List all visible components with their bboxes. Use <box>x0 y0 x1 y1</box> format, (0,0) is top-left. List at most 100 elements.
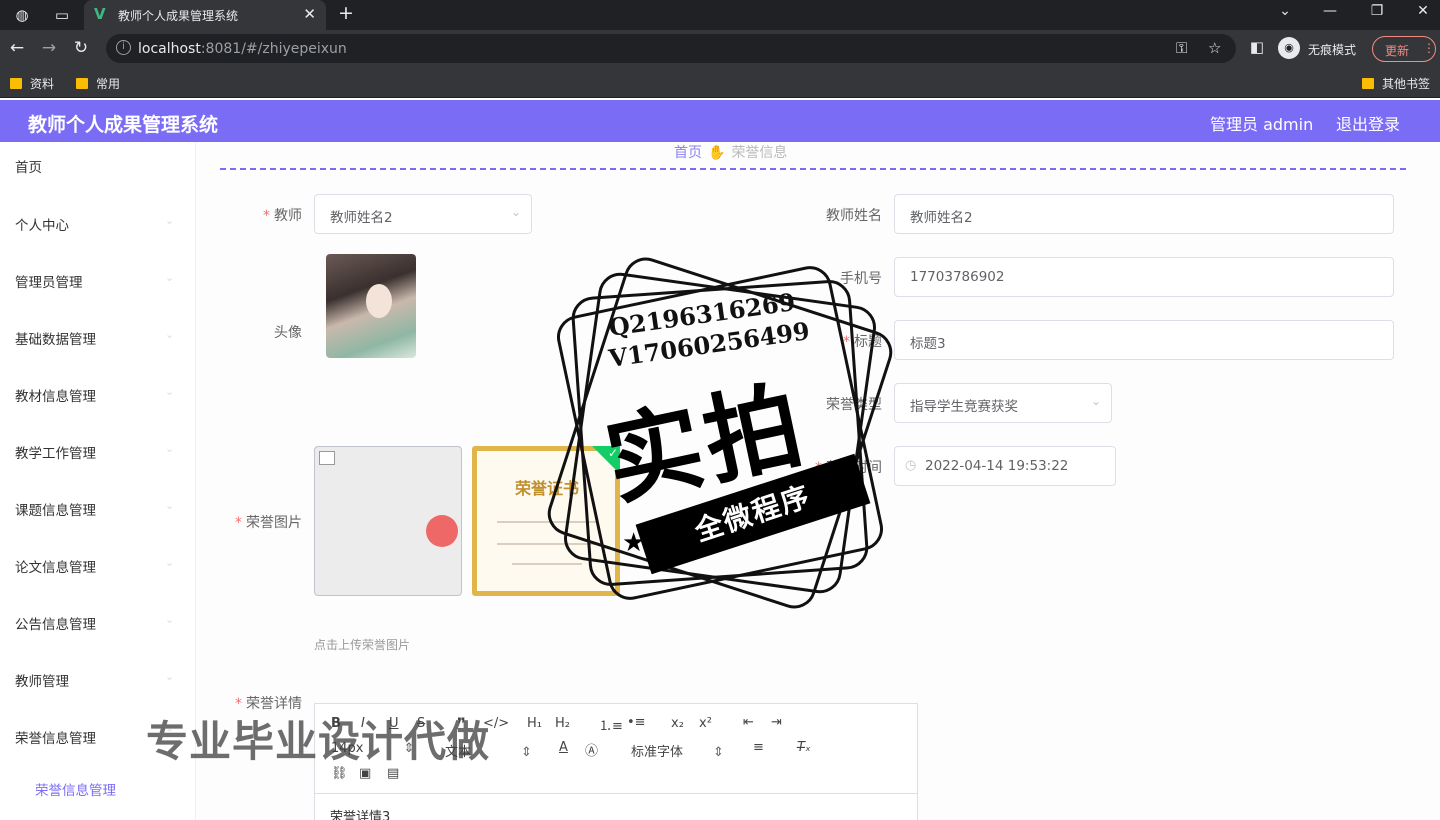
chevron-down-icon: ⌄ <box>165 499 175 512</box>
sidebar-item-profile[interactable]: 个人中心 ⌄ <box>15 214 174 234</box>
app-header: 教师个人成果管理系统 管理员 admin 退出登录 <box>0 100 1440 142</box>
teacher-name-input[interactable]: 教师姓名2 <box>894 194 1394 234</box>
divider <box>220 168 1406 170</box>
ordered-list-icon[interactable]: ⒈≡ <box>599 715 623 734</box>
sidebar-subitem-honor-info[interactable]: 荣誉信息管理 <box>35 779 116 799</box>
logout-link[interactable]: 退出登录 <box>1336 111 1400 135</box>
incognito-icon: ◉ <box>1278 37 1300 59</box>
indent-icon[interactable]: ⇥ <box>771 715 782 730</box>
star-icon[interactable]: ☆ <box>1208 39 1221 57</box>
avatar-label: 头像 <box>274 325 302 341</box>
teacher-label: * 教师 <box>263 208 302 224</box>
sidebar-item-textbook[interactable]: 教材信息管理 ⌄ <box>15 385 174 405</box>
align-icon[interactable]: ≡ <box>753 740 764 755</box>
bookmark-folder-0[interactable]: 资料 <box>10 75 54 92</box>
font-family-select[interactable]: 标准字体 ⇕ <box>631 741 724 760</box>
restore-icon[interactable]: ❐ <box>1365 3 1389 19</box>
sidebar-item-project[interactable]: 课题信息管理 ⌄ <box>15 499 174 519</box>
chevron-down-icon: ⌄ <box>1090 394 1101 408</box>
breadcrumb-separator-icon: ✋ <box>708 145 726 161</box>
background-color-icon[interactable]: Ⓐ <box>585 740 598 759</box>
breadcrumb-home[interactable]: 首页 <box>674 145 702 161</box>
sidebar-item-home[interactable]: 首页 <box>15 156 42 176</box>
update-button[interactable]: 更新 ⋮ <box>1372 36 1436 62</box>
header1-icon[interactable]: H₁ <box>527 716 542 731</box>
other-bookmarks[interactable]: 其他书签 <box>1362 75 1430 92</box>
folder-icon <box>1362 78 1374 89</box>
key-icon[interactable]: ⚿ <box>1176 39 1187 57</box>
upload-success-check-icon: ✓ <box>592 446 620 474</box>
honor-image-label: * 荣誉图片 <box>235 515 302 531</box>
teacher-name-label: 教师姓名 <box>826 208 882 224</box>
editor-content[interactable]: 荣誉详情3 <box>330 806 390 820</box>
chevron-down-icon: ⌄ <box>165 214 175 227</box>
back-arrow-icon[interactable]: ← <box>6 38 28 58</box>
tab-title: 教师个人成果管理系统 <box>118 9 239 23</box>
sidebar-item-honor[interactable]: 荣誉信息管理 ⌃ <box>15 727 174 747</box>
sidebar-item-teacher[interactable]: 教师管理 ⌄ <box>15 670 174 690</box>
url-text: localhost:8081/#/zhiyepeixun <box>138 41 347 57</box>
browser-tab-strip: ◍ ▭ V 教师个人成果管理系统 ✕ + ⌄ — ❐ ✕ <box>0 0 1440 30</box>
chevron-down-icon: ⌄ <box>165 271 175 284</box>
award-time-picker[interactable]: ◷ 2022-04-14 19:53:22 <box>894 446 1116 486</box>
header2-icon[interactable]: H₂ <box>555 716 570 731</box>
address-bar[interactable]: i localhost:8081/#/zhiyepeixun ⚿ ☆ <box>106 34 1236 63</box>
info-icon[interactable]: i <box>116 40 131 55</box>
sidebar-item-admin[interactable]: 管理员管理 ⌄ <box>15 271 174 291</box>
honor-type-select[interactable]: 指导学生竞赛获奖 ⌄ <box>894 383 1112 423</box>
honor-type-label: 荣誉类型 <box>826 397 882 413</box>
chevron-down-icon: ⌄ <box>165 670 175 683</box>
avatar-image <box>326 254 416 358</box>
chevron-down-icon: ⌄ <box>165 556 175 569</box>
subscript-icon[interactable]: x₂ <box>671 716 684 731</box>
superscript-icon[interactable]: x² <box>699 716 712 731</box>
vue-favicon-icon: V <box>94 5 106 23</box>
chevron-down-icon: ⌄ <box>165 385 175 398</box>
globe-icon[interactable]: ◍ <box>12 5 32 25</box>
admin-name: 管理员 admin <box>1210 115 1314 134</box>
chevron-down-icon: ⌄ <box>165 613 175 626</box>
reload-icon[interactable]: ↻ <box>70 38 92 58</box>
sidebar-item-teaching[interactable]: 教学工作管理 ⌄ <box>15 442 174 462</box>
browser-toolbar: ← → ↻ i localhost:8081/#/zhiyepeixun ⚿ ☆… <box>0 30 1440 68</box>
chevron-down-icon: ⌄ <box>165 442 175 455</box>
folder-icon <box>76 78 88 89</box>
font-color-icon[interactable]: A <box>559 740 568 755</box>
title-input[interactable]: 标题3 <box>894 320 1394 360</box>
upload-hint[interactable]: 点击上传荣誉图片 <box>314 636 410 653</box>
phone-label: 手机号 <box>840 271 882 287</box>
title-label: * 标题 <box>843 334 882 350</box>
bookmarks-bar: 资料 常用 其他书签 <box>0 68 1440 98</box>
sidebar-item-notice[interactable]: 公告信息管理 ⌄ <box>15 613 174 633</box>
outdent-icon[interactable]: ⇤ <box>743 715 754 730</box>
window-icon[interactable]: ▭ <box>52 5 72 25</box>
close-icon[interactable]: ✕ <box>303 5 316 23</box>
sidebar-item-basic-data[interactable]: 基础数据管理 ⌄ <box>15 328 174 348</box>
breadcrumb-current: 荣誉信息 <box>731 145 788 161</box>
bookmark-folder-1[interactable]: 常用 <box>76 75 120 92</box>
browser-tab-active[interactable]: V 教师个人成果管理系统 ✕ <box>84 0 326 30</box>
clear-format-icon[interactable]: T̶ₓ <box>797 740 811 755</box>
sidebar-item-paper[interactable]: 论文信息管理 ⌄ <box>15 556 174 576</box>
new-tab-plus-icon[interactable]: + <box>338 2 354 24</box>
chevron-down-icon[interactable]: ⌄ <box>1273 3 1297 19</box>
more-vert-icon[interactable]: ⋮ <box>1423 41 1435 55</box>
app-title: 教师个人成果管理系统 <box>28 114 219 136</box>
folder-icon <box>10 78 22 89</box>
chevron-down-icon: ⌄ <box>510 205 521 219</box>
forward-arrow-icon[interactable]: → <box>38 38 60 58</box>
watermark-bottom-text: 专业毕业设计代做 <box>146 717 491 766</box>
teacher-select[interactable]: 教师姓名2 ⌄ <box>314 194 532 234</box>
window-close-icon[interactable]: ✕ <box>1411 3 1435 19</box>
bullet-list-icon[interactable]: •≡ <box>627 715 646 730</box>
award-time-label: * 获奖时间 <box>815 460 882 476</box>
select-arrows-icon: ⇕ <box>521 745 532 760</box>
clock-icon: ◷ <box>905 458 917 473</box>
select-arrows-icon: ⇕ <box>713 745 724 760</box>
minimize-icon[interactable]: — <box>1318 3 1342 19</box>
mouse-cursor-highlight <box>426 515 458 547</box>
phone-input[interactable]: 17703786902 <box>894 257 1394 297</box>
chevron-down-icon: ⌄ <box>165 328 175 341</box>
sidebar-panel-icon[interactable]: ◧ <box>1246 38 1268 56</box>
honor-image-thumb-2[interactable]: 荣誉证书 ✓ <box>472 446 620 596</box>
